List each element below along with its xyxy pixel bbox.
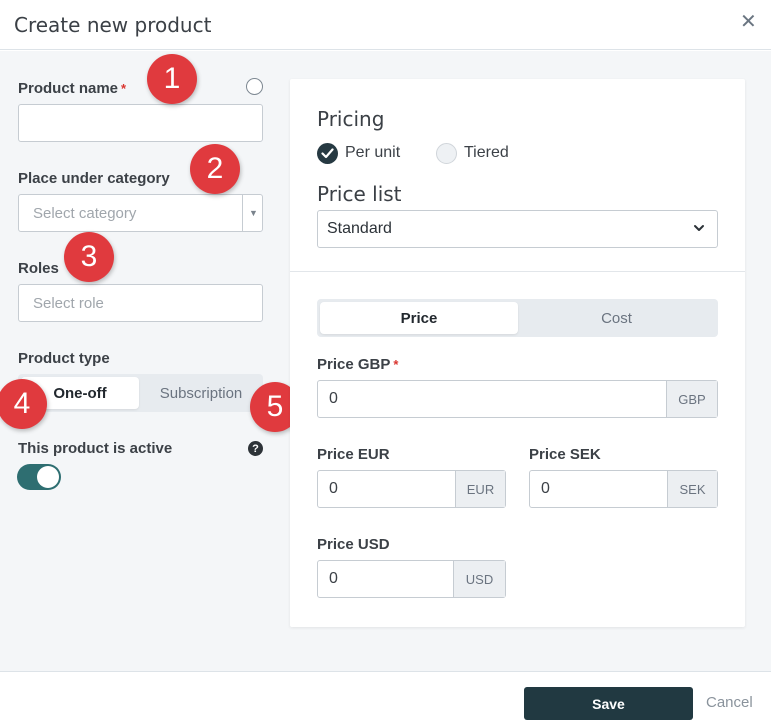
roles-select[interactable]: Select role bbox=[18, 284, 263, 322]
price-usd-value: 0 bbox=[329, 570, 338, 587]
dialog-footer: Save Cancel bbox=[0, 671, 771, 726]
category-label: Place under category bbox=[18, 170, 170, 187]
price-gbp-label: Price GBP * bbox=[317, 356, 398, 373]
product-type-segmented-control: One-off Subscription bbox=[18, 374, 263, 412]
dialog-body: Product name * Place under category Selec… bbox=[0, 51, 771, 671]
toggle-knob bbox=[37, 466, 59, 488]
category-select[interactable]: Select category ▼ bbox=[18, 194, 263, 232]
price-eur-value: 0 bbox=[329, 480, 338, 497]
roles-label: Roles bbox=[18, 260, 59, 277]
product-name-input[interactable] bbox=[18, 104, 263, 142]
per-unit-label[interactable]: Per unit bbox=[345, 144, 400, 162]
caret-down-icon: ▼ bbox=[249, 208, 258, 218]
product-name-label: Product name * bbox=[18, 80, 126, 97]
price-list-title: Price list bbox=[317, 182, 402, 206]
annotation-badge-1: 1 bbox=[147, 54, 197, 104]
required-mark: * bbox=[393, 357, 399, 372]
price-eur-label: Price EUR bbox=[317, 446, 390, 463]
dialog-header: Create new product ✕ bbox=[0, 0, 771, 50]
per-unit-radio[interactable] bbox=[317, 143, 338, 164]
cancel-button[interactable]: Cancel bbox=[706, 694, 753, 711]
annotation-badge-2: 2 bbox=[190, 144, 240, 194]
check-icon bbox=[321, 148, 334, 159]
price-gbp-value: 0 bbox=[329, 390, 338, 407]
price-gbp-input[interactable]: 0 GBP bbox=[317, 380, 718, 418]
active-toggle[interactable] bbox=[17, 464, 61, 490]
pricing-title: Pricing bbox=[317, 107, 385, 131]
price-usd-label: Price USD bbox=[317, 536, 390, 553]
price-sek-input[interactable]: 0 SEK bbox=[529, 470, 718, 508]
chevron-down-icon bbox=[694, 225, 704, 231]
tiered-radio[interactable] bbox=[436, 143, 457, 164]
price-sek-value: 0 bbox=[541, 480, 550, 497]
roles-placeholder: Select role bbox=[33, 294, 104, 312]
annotation-badge-3: 3 bbox=[64, 232, 114, 282]
price-cost-tabs: Price Cost bbox=[317, 299, 718, 337]
currency-sek-addon: SEK bbox=[667, 471, 717, 507]
category-placeholder: Select category bbox=[33, 204, 137, 222]
required-mark: * bbox=[121, 81, 127, 96]
product-name-status-circle-icon[interactable] bbox=[246, 78, 263, 95]
tiered-label[interactable]: Tiered bbox=[464, 144, 509, 162]
annotation-badge-4: 4 bbox=[0, 379, 47, 429]
product-name-label-text: Product name bbox=[18, 80, 119, 97]
currency-eur-addon: EUR bbox=[455, 471, 505, 507]
pricing-panel: Pricing Per unit Tiered Price list Stand… bbox=[290, 79, 745, 627]
product-type-label: Product type bbox=[18, 350, 110, 367]
product-type-subscription[interactable]: Subscription bbox=[142, 377, 260, 409]
help-icon[interactable]: ? bbox=[248, 441, 263, 456]
price-eur-input[interactable]: 0 EUR bbox=[317, 470, 506, 508]
select-divider bbox=[242, 195, 243, 231]
save-button[interactable]: Save bbox=[524, 687, 693, 720]
tab-price[interactable]: Price bbox=[320, 302, 518, 334]
tab-cost[interactable]: Cost bbox=[518, 302, 715, 334]
price-list-value: Standard bbox=[327, 220, 392, 237]
active-label: This product is active bbox=[18, 440, 173, 457]
price-list-dropdown[interactable]: Standard bbox=[317, 210, 718, 248]
price-usd-input[interactable]: 0 USD bbox=[317, 560, 506, 598]
price-gbp-label-text: Price GBP bbox=[317, 356, 391, 373]
close-icon[interactable]: ✕ bbox=[740, 12, 757, 32]
price-sek-label: Price SEK bbox=[529, 446, 601, 463]
currency-gbp-addon: GBP bbox=[666, 381, 717, 417]
currency-usd-addon: USD bbox=[453, 561, 505, 597]
panel-divider bbox=[290, 271, 745, 272]
dialog-title: Create new product bbox=[14, 13, 212, 37]
